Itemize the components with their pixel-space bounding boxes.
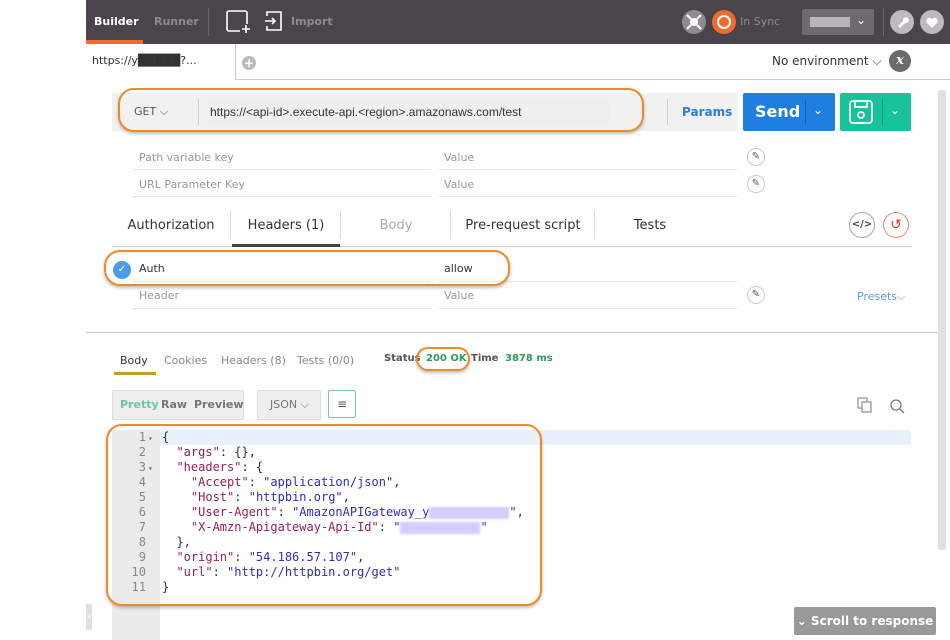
response-tab-cookies[interactable]: Cookies [164, 354, 207, 367]
divider [805, 99, 806, 125]
annotation-highlight [104, 250, 510, 286]
tab-pre-request-script[interactable]: Pre-request script [452, 210, 594, 242]
view-mode-group: Pretty Raw Preview [112, 390, 244, 420]
divider [594, 211, 595, 239]
save-button[interactable]: ⌄ [840, 93, 911, 131]
chevron-down-icon: ⌄ [856, 13, 867, 27]
path-variable-key[interactable]: Path variable key [139, 151, 234, 164]
response-tab-body[interactable]: Body [120, 354, 148, 367]
environment-quicklook-button[interactable]: x [889, 50, 911, 72]
username-redacted [810, 17, 850, 27]
view-preview[interactable]: Preview [194, 391, 244, 419]
generate-code-button[interactable]: </> [849, 212, 875, 238]
active-tab-indicator [114, 372, 156, 375]
request-tab-label: https://y█████?... [92, 54, 197, 67]
view-raw[interactable]: Raw [161, 391, 187, 419]
annotation-highlight [416, 347, 470, 371]
divider [450, 211, 451, 239]
chevron-down-icon[interactable]: ⌄ [890, 103, 900, 117]
section-divider [86, 332, 938, 333]
format-select[interactable]: JSON ⌵ [257, 390, 321, 420]
header-value-placeholder[interactable]: Value [444, 289, 474, 302]
pencil-edit-icon[interactable]: ✎ [747, 175, 765, 193]
import-icon[interactable] [264, 10, 284, 32]
chevron-down-icon[interactable]: ⌄ [813, 103, 823, 117]
presets-dropdown[interactable]: Presets⌵ [857, 290, 905, 304]
path-variable-value[interactable]: Value [444, 151, 474, 164]
url-parameter-key[interactable]: URL Parameter Key [139, 178, 245, 191]
import-button[interactable]: Import [291, 0, 333, 44]
divider [340, 211, 341, 239]
divider [133, 308, 431, 309]
tab-authorization[interactable]: Authorization [120, 210, 222, 242]
pencil-edit-icon[interactable]: ✎ [747, 148, 765, 166]
tab-tests[interactable]: Tests [600, 210, 700, 242]
add-tab-button[interactable]: + [242, 56, 256, 70]
toolbar-divider [883, 8, 884, 36]
new-window-icon[interactable] [226, 10, 252, 34]
top-toolbar: Builder Runner Import In Sync ⌄ [86, 0, 950, 44]
send-label: Send [755, 102, 801, 121]
reset-button[interactable]: ↺ [883, 212, 909, 238]
search-icon[interactable] [889, 398, 905, 414]
divider [667, 99, 668, 125]
copy-icon[interactable] [857, 397, 873, 413]
response-tab-headers[interactable]: Headers (8) [221, 354, 286, 367]
tab-builder[interactable]: Builder [94, 0, 139, 44]
user-dropdown[interactable]: ⌄ [802, 9, 874, 35]
url-parameter-value[interactable]: Value [444, 178, 474, 191]
scroll-to-response-button[interactable]: ⌄ Scroll to response [794, 607, 936, 635]
sync-status: In Sync [740, 15, 781, 28]
view-pretty[interactable]: Pretty [120, 391, 159, 419]
annotation-highlight [118, 88, 644, 132]
divider [439, 196, 737, 197]
annotation-highlight [106, 424, 542, 606]
divider [133, 169, 431, 170]
divider [133, 196, 431, 197]
tab-headers[interactable]: Headers (1) [232, 210, 340, 242]
time-label: Time [471, 353, 499, 364]
sync-icon[interactable] [712, 10, 736, 34]
params-button[interactable]: Params [682, 93, 732, 131]
scrollbar[interactable] [938, 90, 946, 550]
response-tab-tests[interactable]: Tests (0/0) [297, 354, 354, 367]
request-tab-strip: https://y█████?... + No environment ⌵ x [86, 44, 950, 80]
environment-select[interactable]: No environment ⌵ [772, 54, 881, 69]
time-value: 3878 ms [505, 353, 553, 364]
active-tab-indicator [232, 244, 340, 247]
divider [439, 308, 737, 309]
tab-runner[interactable]: Runner [154, 0, 199, 44]
divider [439, 169, 737, 170]
heart-icon[interactable] [920, 10, 944, 34]
save-icon [849, 100, 873, 124]
header-key-placeholder[interactable]: Header [139, 289, 179, 302]
tab-body[interactable]: Body [342, 210, 450, 242]
settings-wrench-icon[interactable] [890, 10, 914, 34]
request-tab[interactable]: https://y█████?... [86, 44, 236, 80]
divider [230, 211, 231, 239]
send-button[interactable]: Send ⌄ [743, 93, 835, 131]
wrap-lines-icon[interactable]: ≡ [328, 390, 356, 418]
sidebar-collapse-handle[interactable]: ‹ [86, 604, 92, 630]
toolbar-divider [208, 8, 209, 36]
interceptor-icon[interactable] [682, 10, 706, 34]
divider [882, 99, 883, 125]
pencil-edit-icon[interactable]: ✎ [747, 286, 765, 304]
